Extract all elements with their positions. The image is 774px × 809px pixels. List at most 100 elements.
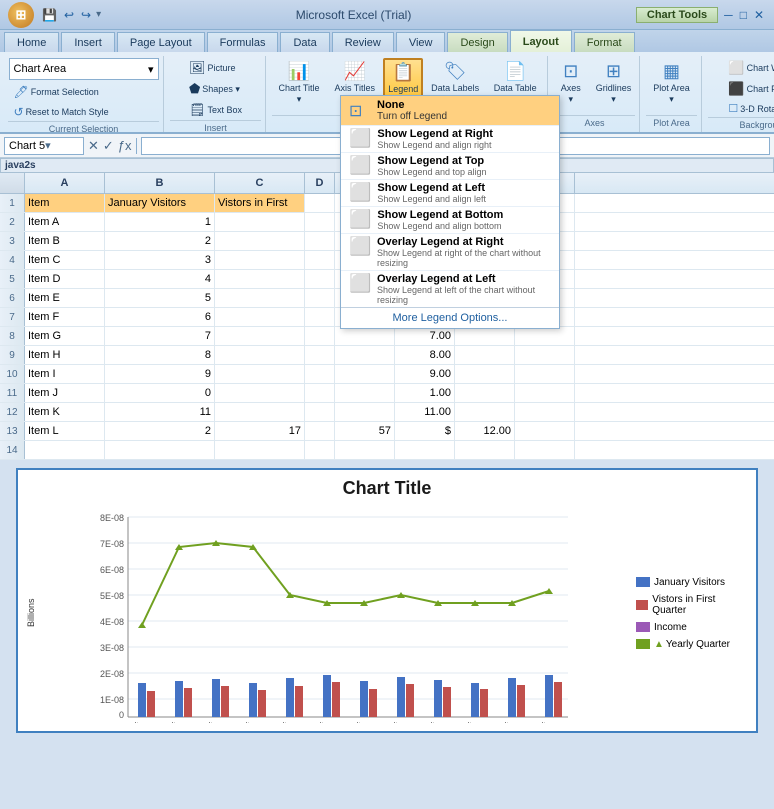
legend-color-income <box>636 622 650 632</box>
col-header-C[interactable]: C <box>215 173 305 193</box>
legend-bottom-text: Show Legend at Bottom Show Legend and al… <box>377 209 503 231</box>
legend-item-income: Income <box>636 622 740 633</box>
tab-layout[interactable]: Layout <box>510 30 572 52</box>
chart-floor-button[interactable]: ⬛ Chart Floor ▾ <box>723 79 774 99</box>
legend-item-yearly: ▲ Yearly Quarter <box>636 639 740 650</box>
restore-button[interactable]: □ <box>738 6 749 24</box>
col-header-B[interactable]: B <box>105 173 215 193</box>
chart-tools-label: Chart Tools <box>636 7 718 23</box>
gridlines-button[interactable]: ⊞ Gridlines ▾ <box>591 58 637 108</box>
legend-top-icon: ⬜ <box>349 155 371 176</box>
chart-wall-button[interactable]: ⬜ Chart Wall ▾ <box>723 58 774 78</box>
cell-1B[interactable]: January Visitors <box>105 194 215 212</box>
chart-area: Billions 8E-08 7E-08 6E-08 5E-08 4E-08 3… <box>26 503 748 723</box>
cell-1C[interactable]: Vistors in First <box>215 194 305 212</box>
expand-formula-button[interactable]: ✕ <box>88 138 99 154</box>
tab-insert[interactable]: Insert <box>61 32 115 52</box>
tab-design[interactable]: Design <box>447 32 507 52</box>
legend-overlay-right-option[interactable]: ⬜ Overlay Legend at Right Show Legend at… <box>341 233 559 270</box>
plot-area-button[interactable]: ▦ Plot Area ▾ <box>646 58 697 108</box>
insert-items: 🖼 Picture ⬟ Shapes ▾ 🗒 Text Box <box>184 58 247 120</box>
svg-text:Item: Item <box>356 721 372 723</box>
shapes-button[interactable]: ⬟ Shapes ▾ <box>184 79 245 99</box>
app-title: Microsoft Excel (Trial) <box>101 8 606 22</box>
redo-button[interactable]: ↪ <box>79 6 93 24</box>
tab-review[interactable]: Review <box>332 32 394 52</box>
legend-item-visitors: Vistors in First Quarter <box>636 594 740 616</box>
table-row: 8 Item G 7 7.00 <box>0 327 774 346</box>
table-row: 9 Item H 8 8.00 <box>0 346 774 365</box>
svg-text:Item: Item <box>319 721 335 723</box>
legend-top-text: Show Legend at Top Show Legend and top a… <box>377 155 486 177</box>
none-option[interactable]: ⊡ None Turn off Legend <box>341 96 559 125</box>
close-button[interactable]: ✕ <box>752 6 766 24</box>
legend-top-option[interactable]: ⬜ Show Legend at Top Show Legend and top… <box>341 152 559 179</box>
chart-svg: 8E-08 7E-08 6E-08 5E-08 4E-08 3E-08 2E-0… <box>44 503 620 723</box>
legend-left-text: Show Legend at Left Show Legend and alig… <box>377 182 486 204</box>
chart-area-dropdown[interactable]: Chart Area ▾ <box>9 58 159 80</box>
col-header-D[interactable]: D <box>305 173 335 193</box>
tab-formulas[interactable]: Formulas <box>207 32 279 52</box>
tab-data[interactable]: Data <box>280 32 329 52</box>
tab-view[interactable]: View <box>396 32 446 52</box>
formula-divider <box>136 138 137 154</box>
format-selection-button[interactable]: 🖊 Format Selection <box>9 83 104 101</box>
reset-style-button[interactable]: ↺ Reset to Match Style <box>9 103 114 121</box>
quick-access: 💾 ↩ ↪ ▾ <box>40 6 101 24</box>
name-box[interactable]: Chart 5 ▾ <box>4 137 84 155</box>
legend-overlay-left-option[interactable]: ⬜ Overlay Legend at Left Show Legend at … <box>341 270 559 307</box>
undo-button[interactable]: ↩ <box>62 6 76 24</box>
legend-left-option[interactable]: ⬜ Show Legend at Left Show Legend and al… <box>341 179 559 206</box>
textbox-button[interactable]: 🗒 Text Box <box>184 100 247 120</box>
table-row: 10 Item I 9 9.00 <box>0 365 774 384</box>
minimize-button[interactable]: ─ <box>722 6 735 24</box>
cell-1A[interactable]: Item <box>25 194 105 212</box>
selection-items: Chart Area ▾ 🖊 Format Selection ↺ Reset … <box>9 58 159 121</box>
function-button[interactable]: ƒx <box>118 138 132 153</box>
insert-group: 🖼 Picture ⬟ Shapes ▾ 🗒 Text Box Insert <box>166 56 266 132</box>
none-icon: ⊡ <box>349 101 371 121</box>
tab-format[interactable]: Format <box>574 32 635 52</box>
table-row: 13 Item L 2 17 57 $ 12.00 <box>0 422 774 441</box>
row-num-1: 1 <box>0 194 25 212</box>
svg-text:8E-08: 8E-08 <box>100 513 124 523</box>
legend-overlay-right-icon: ⬜ <box>349 236 371 257</box>
chart-container[interactable]: Chart Title Billions 8E-08 7E-08 6E-08 5… <box>16 468 758 733</box>
table-row: 11 Item J 0 1.00 <box>0 384 774 403</box>
legend-bottom-option[interactable]: ⬜ Show Legend at Bottom Show Legend and … <box>341 206 559 233</box>
background-group: ⬜ Chart Wall ▾ ⬛ Chart Floor ▾ ☐ 3-D Rot… <box>704 56 774 132</box>
svg-text:0: 0 <box>119 710 124 720</box>
legend-label-yearly: Yearly Quarter <box>666 639 730 650</box>
legend-right-icon: ⬜ <box>349 128 371 149</box>
chart-y-label: Billions <box>26 503 36 723</box>
plot-area-group: ▦ Plot Area ▾ Plot Area <box>642 56 702 132</box>
legend-color-visitors <box>636 600 648 610</box>
none-text: None Turn off Legend <box>377 99 447 122</box>
save-button[interactable]: 💾 <box>40 6 59 24</box>
confirm-formula-button[interactable]: ✓ <box>103 138 114 154</box>
legend-right-option[interactable]: ⬜ Show Legend at Right Show Legend and a… <box>341 125 559 152</box>
svg-text:Item: Item <box>282 721 298 723</box>
plot-area-items: ▦ Plot Area ▾ <box>646 58 697 115</box>
office-button[interactable]: ⊞ <box>8 2 34 28</box>
chart-title-button[interactable]: 📊 Chart Title ▾ <box>272 58 326 108</box>
legend-bottom-icon: ⬜ <box>349 209 371 230</box>
3d-rotation-button[interactable]: ☐ 3-D Rotation <box>723 100 774 117</box>
tab-pagelayout[interactable]: Page Layout <box>117 32 205 52</box>
chart-legend: January Visitors Vistors in First Quarte… <box>628 503 748 723</box>
picture-button[interactable]: 🖼 Picture <box>184 58 241 78</box>
legend-button[interactable]: 📋 Legend <box>383 58 423 99</box>
axes-group: ⊡ Axes ▾ ⊞ Gridlines ▾ Axes <box>550 56 640 132</box>
col-header-A[interactable]: A <box>25 173 105 193</box>
svg-text:2E-08: 2E-08 <box>100 669 124 679</box>
legend-item-january: January Visitors <box>636 577 740 588</box>
legend-label-visitors: Vistors in First Quarter <box>652 594 740 616</box>
legend-label-income: Income <box>654 622 687 633</box>
svg-text:Item: Item <box>208 721 224 723</box>
svg-text:4E-08: 4E-08 <box>100 617 124 627</box>
svg-text:Item: Item <box>393 721 409 723</box>
legend-overlay-left-text: Overlay Legend at Left Show Legend at le… <box>377 273 551 305</box>
cell-1D[interactable] <box>305 194 335 212</box>
tab-home[interactable]: Home <box>4 32 59 52</box>
more-legend-options[interactable]: More Legend Options... <box>341 307 559 328</box>
